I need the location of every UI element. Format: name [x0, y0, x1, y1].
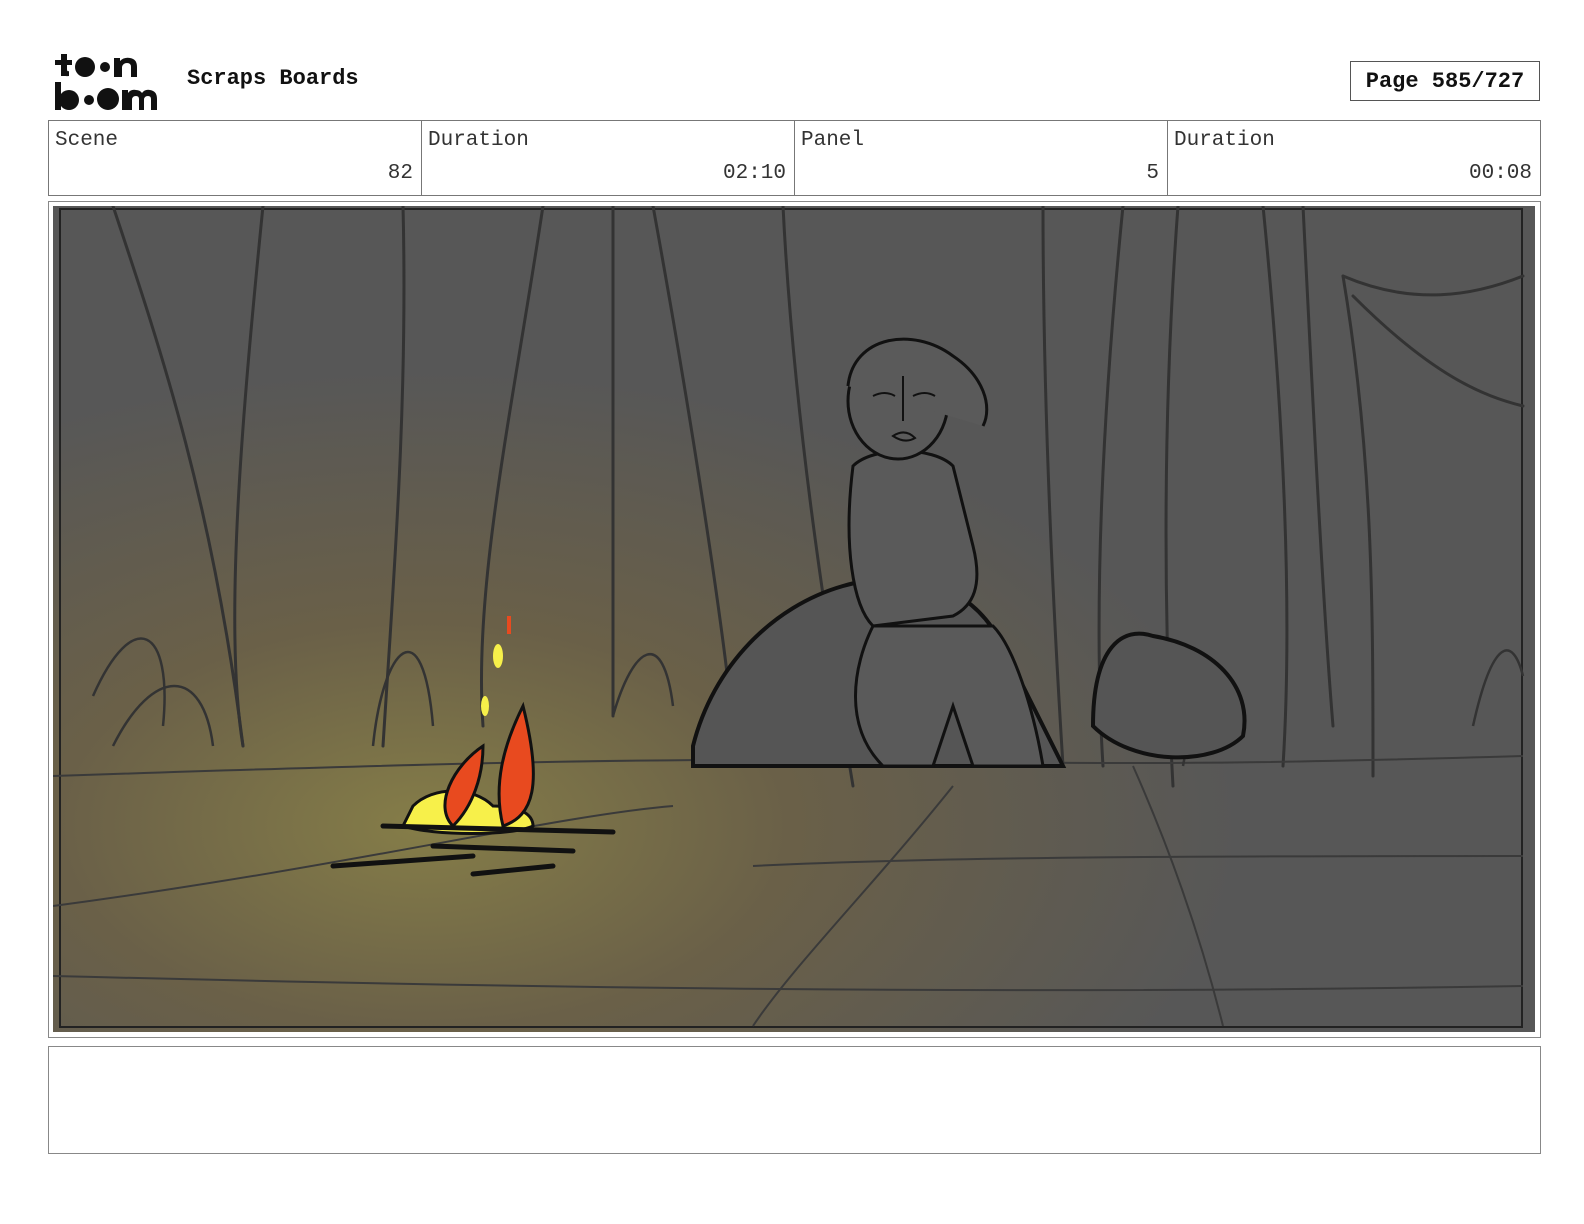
scene-duration-cell: Duration 02:10 — [422, 121, 795, 195]
panel-image — [53, 206, 1535, 1032]
scene-value: 82 — [387, 162, 413, 185]
scene-duration-label: Duration — [428, 129, 529, 152]
panel-value: 5 — [1146, 162, 1159, 185]
toon-boom-logo — [55, 54, 157, 110]
panel-duration-label: Duration — [1174, 129, 1275, 152]
scene-duration-value: 02:10 — [722, 162, 786, 185]
document-title: Scraps Boards — [187, 66, 359, 91]
panel-duration-value: 00:08 — [1468, 162, 1532, 185]
scene-label: Scene — [55, 129, 119, 152]
page-indicator: Page 585/727 — [1350, 61, 1540, 101]
panel-cell: Panel 5 — [795, 121, 1168, 195]
panel-duration-cell: Duration 00:08 — [1168, 121, 1540, 195]
scene-cell: Scene 82 — [49, 121, 422, 195]
panel-frame — [48, 201, 1541, 1038]
panel-notes — [48, 1046, 1541, 1154]
panel-label: Panel — [801, 129, 865, 152]
scene-info-table: Scene 82 Duration 02:10 Panel 5 Duration… — [48, 120, 1541, 196]
